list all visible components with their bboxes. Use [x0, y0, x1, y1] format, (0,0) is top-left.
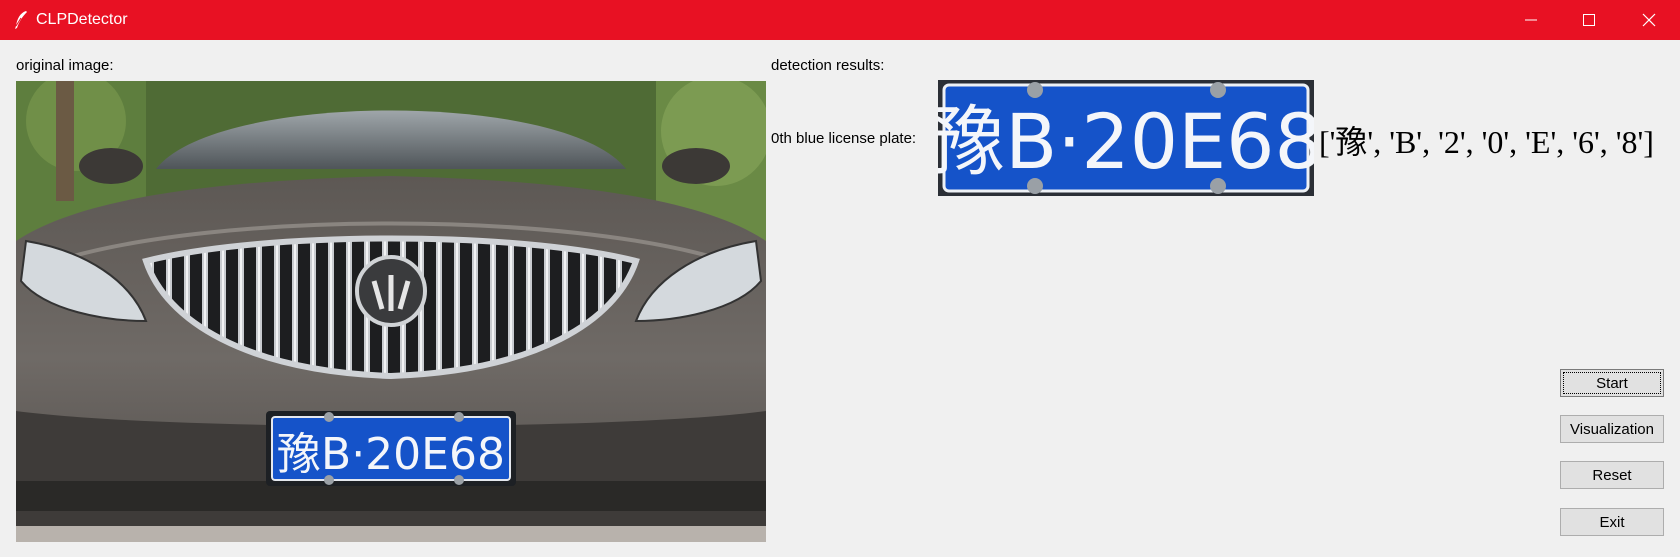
close-button[interactable]: [1620, 0, 1678, 40]
start-button[interactable]: Start: [1560, 369, 1664, 397]
photo-plate-text: 豫B·20E68: [277, 429, 505, 480]
maximize-button[interactable]: [1560, 0, 1618, 40]
close-icon: [1642, 13, 1656, 27]
exit-button[interactable]: Exit: [1560, 508, 1664, 536]
detection-results-label: detection results:: [771, 57, 885, 74]
title-bar: CLPDetector: [0, 0, 1680, 40]
recognized-characters: ['豫', 'B', '2', '0', 'E', '6', '8']: [1319, 124, 1654, 160]
feather-icon: [12, 10, 30, 30]
minimize-button[interactable]: [1502, 0, 1560, 40]
minimize-icon: [1525, 14, 1537, 26]
reset-button[interactable]: Reset: [1560, 461, 1664, 489]
maximize-icon: [1583, 14, 1595, 26]
original-car-image: 豫B·20E68: [16, 81, 766, 542]
plate-result-label: 0th blue license plate:: [771, 130, 917, 147]
visualization-button[interactable]: Visualization: [1560, 415, 1664, 443]
detected-plate-text: 豫B·20E68: [938, 97, 1314, 186]
original-image-label: original image:: [16, 57, 114, 74]
detected-plate-image: 豫B·20E68: [929, 80, 1323, 196]
window-title: CLPDetector: [36, 11, 128, 28]
